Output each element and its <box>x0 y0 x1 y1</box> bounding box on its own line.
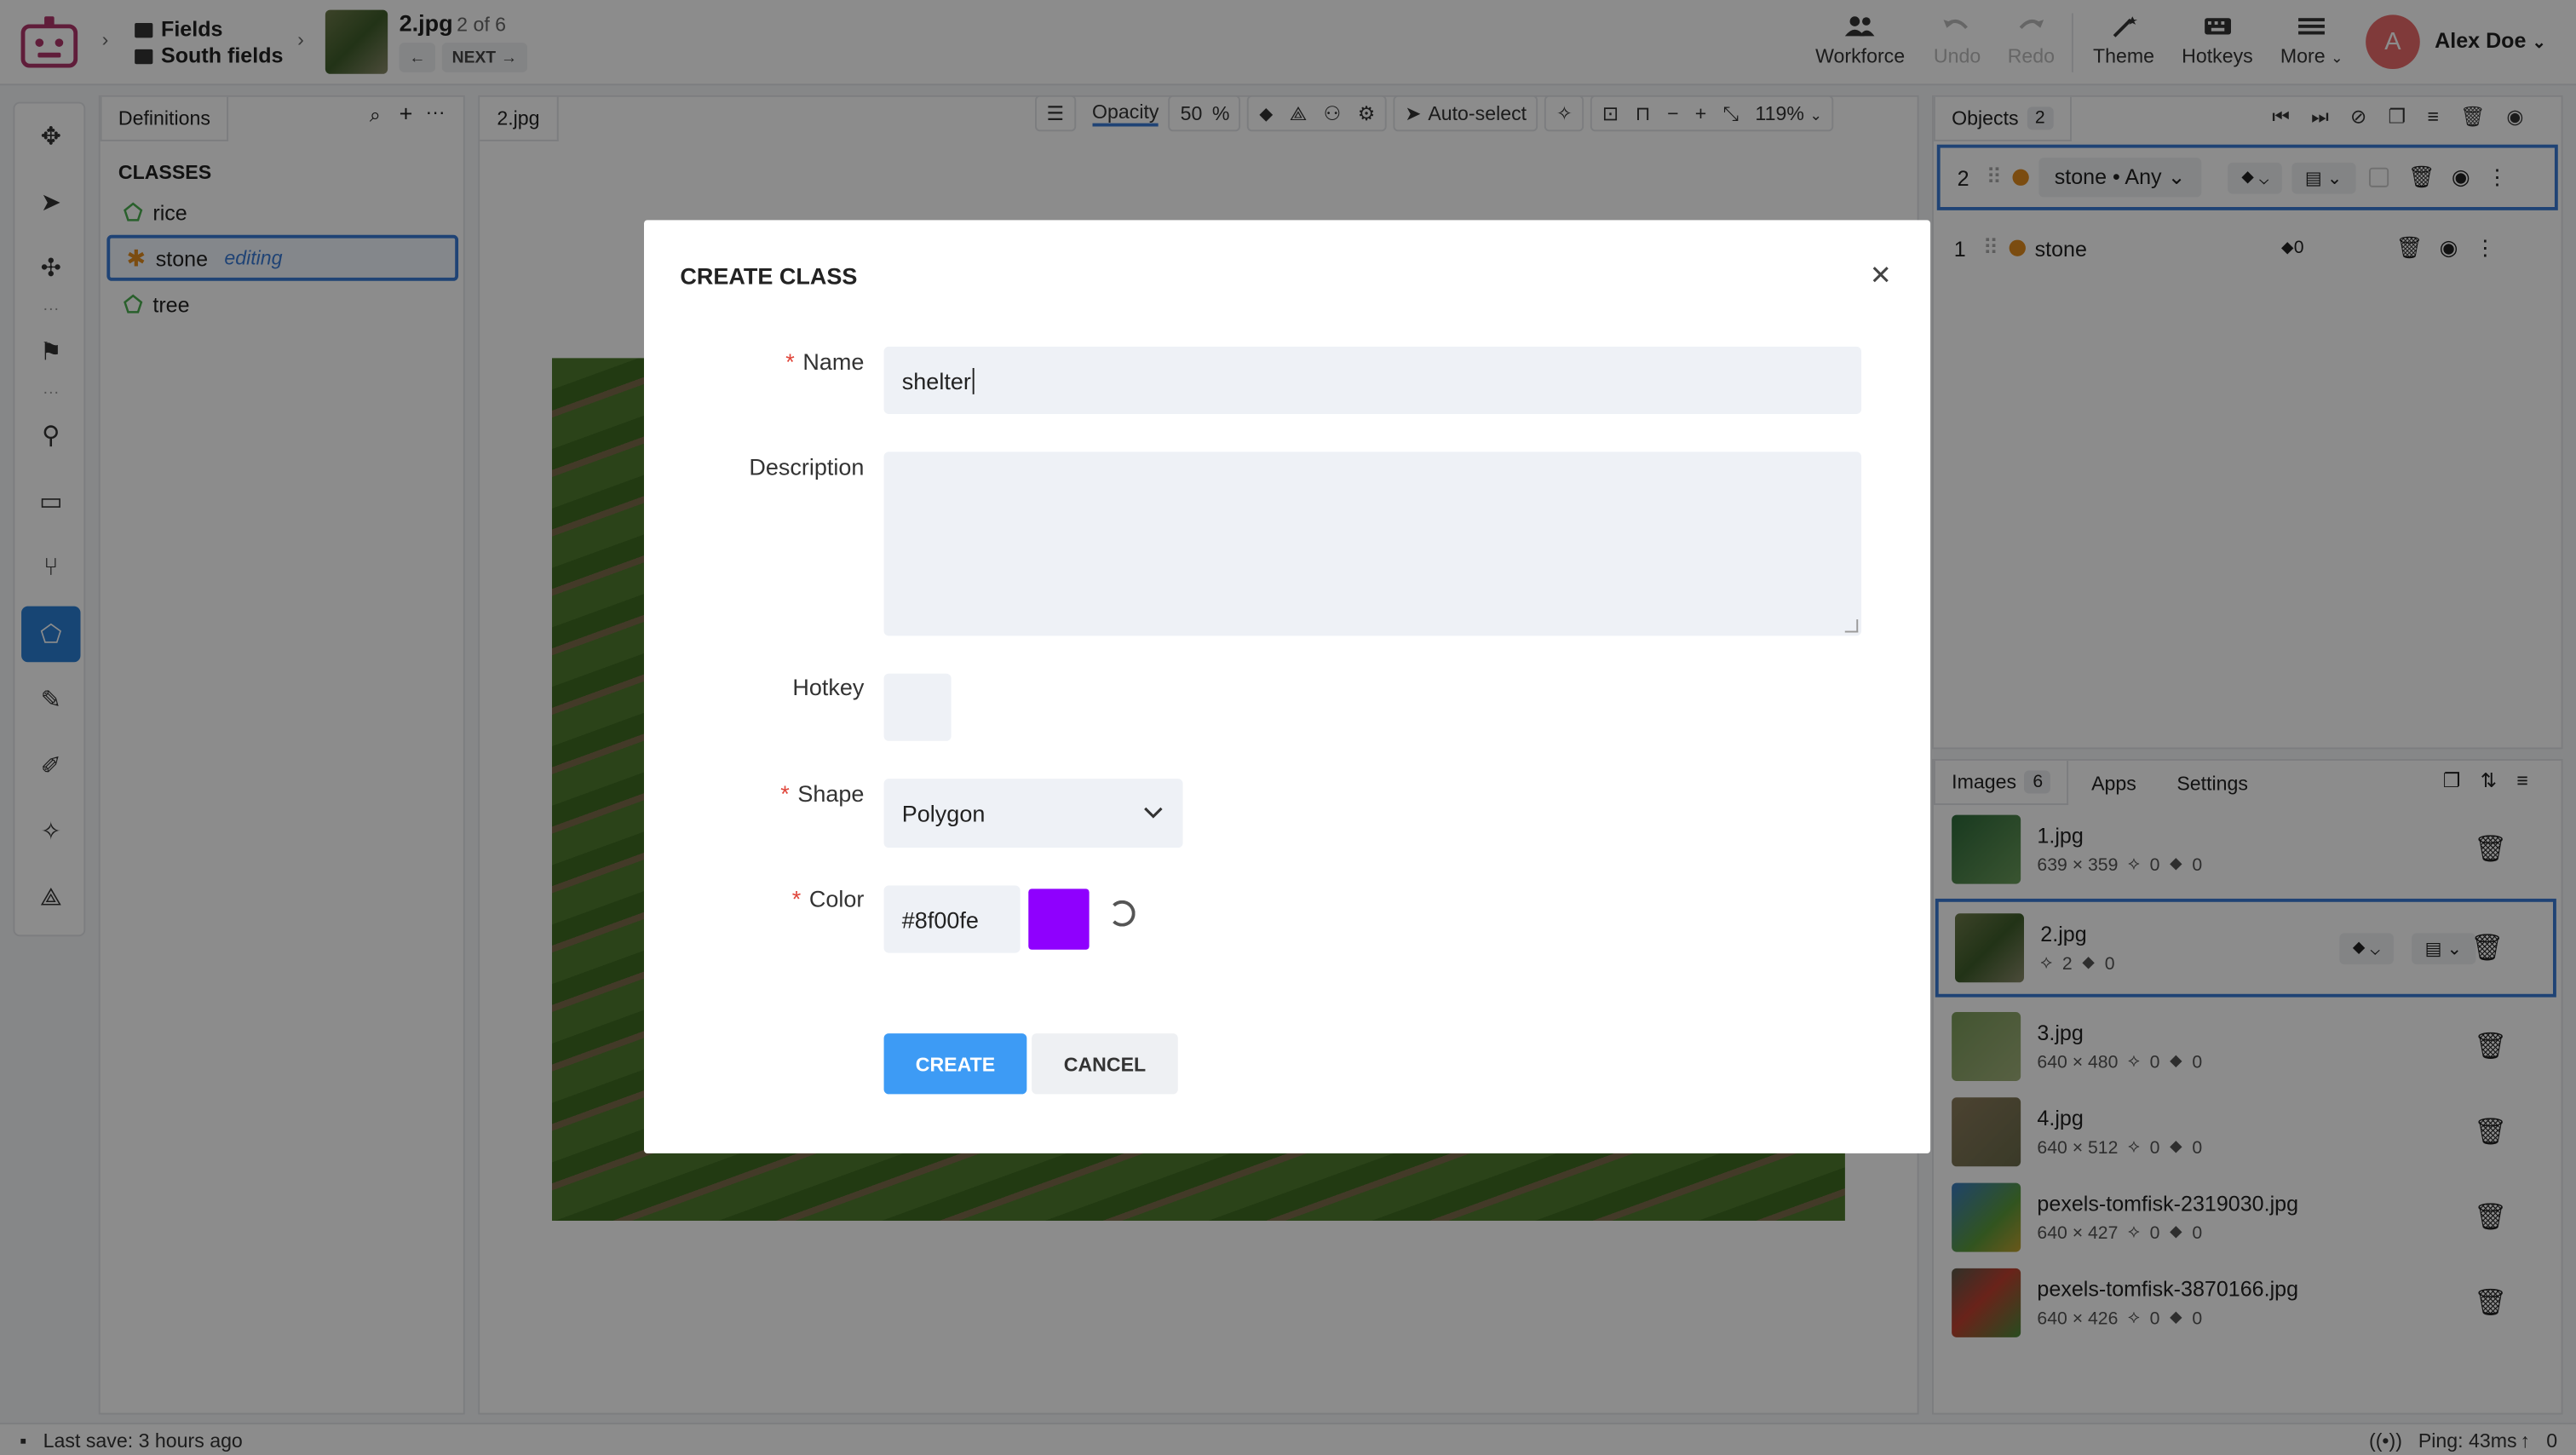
cancel-button[interactable]: CANCEL <box>1032 1033 1178 1095</box>
color-hex-field[interactable]: #8f00fe <box>883 885 1021 953</box>
description-label: Description <box>749 453 865 480</box>
shape-select[interactable]: Polygon <box>883 779 1183 848</box>
name-field[interactable]: shelter <box>883 346 1862 414</box>
color-swatch[interactable] <box>1028 889 1090 950</box>
dialog-title: CREATE CLASS <box>680 262 858 290</box>
description-field[interactable] <box>883 451 1862 636</box>
close-icon[interactable]: ✕ <box>1870 260 1892 293</box>
create-class-dialog: CREATE CLASS ✕ * Name shelter Description… <box>643 220 1931 1153</box>
shape-label: * Shape <box>780 780 865 807</box>
chevron-down-icon <box>1144 807 1163 819</box>
hotkey-field[interactable] <box>883 673 952 741</box>
create-button[interactable]: CREATE <box>883 1033 1027 1095</box>
hotkey-label: Hotkey <box>792 673 865 700</box>
text-cursor <box>972 367 975 394</box>
color-label: * Color <box>791 885 865 912</box>
name-label: * Name <box>785 348 865 375</box>
refresh-color-icon[interactable] <box>1108 900 1136 927</box>
resize-handle-icon[interactable] <box>1844 619 1859 633</box>
